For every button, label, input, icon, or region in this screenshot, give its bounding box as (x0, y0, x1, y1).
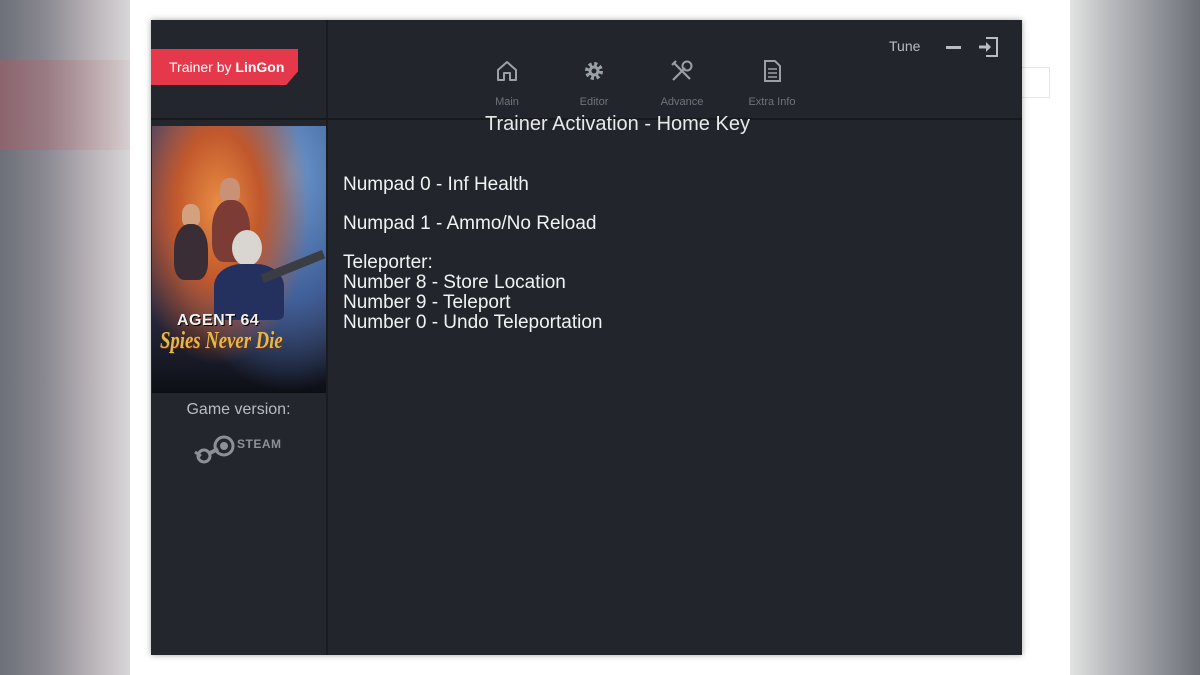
teleporter-line: Number 8 - Store Location (343, 272, 566, 293)
nav-editor[interactable]: Editor (554, 58, 634, 108)
background-blur-right (1070, 0, 1200, 675)
game-cover-art: AGENT 64 Spies Never Die (152, 126, 326, 393)
tools-icon (671, 60, 693, 81)
hotkey-line: Numpad 0 - Inf Health (343, 174, 529, 195)
nav-editor-label: Editor (579, 96, 609, 108)
teleporter-line: Number 9 - Teleport (343, 292, 511, 313)
home-icon (497, 61, 517, 81)
steam-label: STEAM (237, 437, 282, 451)
document-icon (764, 60, 781, 82)
nav-advance[interactable]: Advance (642, 58, 722, 108)
teleporter-line: Number 0 - Undo Teleportation (343, 312, 603, 333)
hotkey-list: Numpad 0 - Inf Health Numpad 1 - Ammo/No… (343, 175, 983, 333)
background-fragment (1022, 67, 1050, 98)
nav-main-label: Main (495, 96, 519, 108)
nav-extra-info-label: Extra Info (748, 96, 796, 108)
background-blur-left (0, 0, 130, 675)
trainer-window: Trainer by LinGon AGENT 64 Spies Never D… (151, 20, 1022, 655)
nav-extra-info[interactable]: Extra Info (732, 58, 812, 108)
gear-icon (585, 62, 603, 80)
minimize-icon[interactable] (946, 46, 961, 49)
steam-logo: STEAM (193, 434, 283, 468)
brand-prefix: Trainer by (169, 59, 236, 75)
sidebar: Trainer by LinGon AGENT 64 Spies Never D… (151, 20, 328, 655)
tune-button[interactable]: Tune (889, 38, 920, 54)
steam-logo-icon (194, 435, 235, 464)
cover-subtitle: Spies Never Die (160, 328, 283, 354)
nav-advance-label: Advance (660, 96, 704, 108)
activation-title: Trainer Activation - Home Key (485, 113, 750, 135)
game-version-label: Game version: (186, 401, 291, 418)
hotkey-line: Numpad 1 - Ammo/No Reload (343, 213, 597, 234)
teleporter-heading: Teleporter: (343, 252, 433, 273)
nav-main[interactable]: Main (467, 58, 547, 108)
brand-badge: Trainer by LinGon (151, 49, 298, 85)
brand-name: LinGon (235, 59, 285, 75)
exit-icon[interactable] (977, 36, 999, 58)
